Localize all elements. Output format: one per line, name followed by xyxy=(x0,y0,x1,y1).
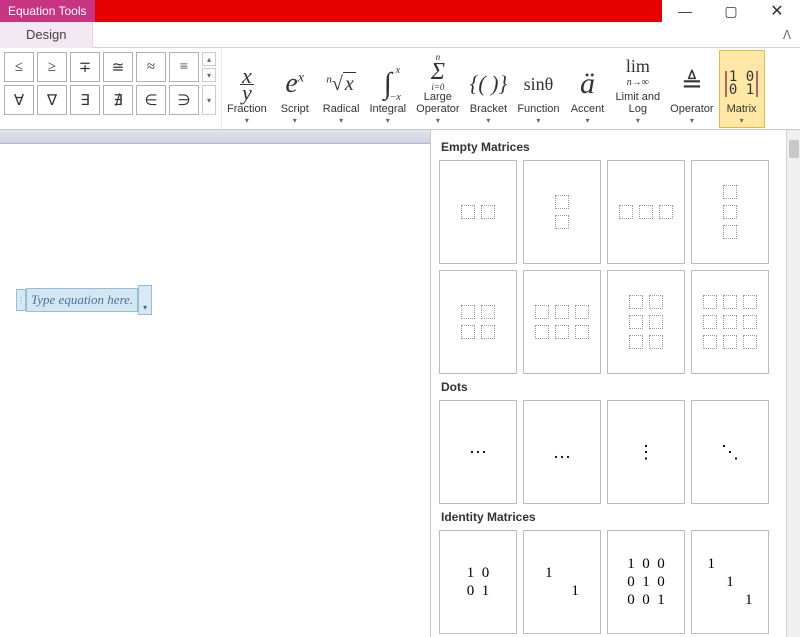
large-op-icon: nΣi=0 xyxy=(431,53,445,91)
collapse-ribbon-button[interactable]: ᐱ xyxy=(774,22,800,48)
limit-log-label: Limit and Log xyxy=(616,91,661,115)
matrix-template[interactable]: … xyxy=(523,400,601,504)
function-icon: sinθ xyxy=(524,65,554,103)
symbol-≤[interactable]: ≤ xyxy=(4,52,34,82)
script-icon: ex xyxy=(285,65,304,103)
matrix-label: Matrix xyxy=(727,103,757,115)
fraction-dropdown-icon: ▾ xyxy=(245,116,249,125)
symbol-∇[interactable]: ∇ xyxy=(37,85,67,115)
symbol-≈[interactable]: ≈ xyxy=(136,52,166,82)
integral-button[interactable]: ∫x−xIntegral▾ xyxy=(364,50,411,128)
radical-button[interactable]: n√xRadical▾ xyxy=(318,50,365,128)
matrix-button[interactable]: 1 00 1Matrix▾ xyxy=(719,50,765,128)
symbol-gallery-more[interactable]: ▾ xyxy=(202,85,216,115)
operator-button[interactable]: ≜Operator▾ xyxy=(665,50,718,128)
titlebar-color-strip xyxy=(95,0,662,22)
symbols-gallery: ≤≥∓≅≈≡▴▾ ∀∇∃∄∈∋▾ xyxy=(0,48,222,129)
matrix-template[interactable]: 1 0 0 0 1 0 0 0 1 xyxy=(607,530,685,634)
scrollbar-thumb[interactable] xyxy=(789,140,799,158)
matrix-template[interactable]: ⋯ xyxy=(439,400,517,504)
close-button[interactable]: ✕ xyxy=(754,0,800,22)
equation-options-dropdown[interactable]: ▾ xyxy=(138,285,152,315)
equation-placeholder-container[interactable]: ⋮ Type equation here. ▾ xyxy=(16,285,152,315)
matrix-template[interactable] xyxy=(607,160,685,264)
matrix-group-title: Dots xyxy=(441,380,782,394)
bracket-icon: {( )} xyxy=(470,65,508,103)
limit-log-dropdown-icon: ▾ xyxy=(636,116,640,125)
matrix-template[interactable]: ⋮ xyxy=(607,400,685,504)
large-op-label: Large Operator xyxy=(416,91,459,115)
fraction-button[interactable]: xyFraction▾ xyxy=(222,50,272,128)
accent-dropdown-icon: ▾ xyxy=(586,116,590,125)
equation-input[interactable]: Type equation here. xyxy=(26,288,138,312)
radical-dropdown-icon: ▾ xyxy=(339,116,343,125)
accent-button[interactable]: äAccent▾ xyxy=(565,50,611,128)
limit-log-button[interactable]: limn→∞Limit and Log▾ xyxy=(611,50,666,128)
integral-dropdown-icon: ▾ xyxy=(386,116,390,125)
matrix-template[interactable] xyxy=(691,270,769,374)
symbol-∀[interactable]: ∀ xyxy=(4,85,34,115)
matrix-group-title: Empty Matrices xyxy=(441,140,782,154)
matrix-template[interactable] xyxy=(439,160,517,264)
script-label: Script xyxy=(281,103,309,115)
radical-label: Radical xyxy=(323,103,360,115)
matrix-template[interactable]: ⋱ xyxy=(691,400,769,504)
limit-log-icon: limn→∞ xyxy=(626,53,650,91)
symbol-∓[interactable]: ∓ xyxy=(70,52,100,82)
integral-label: Integral xyxy=(369,103,406,115)
matrix-icon: 1 00 1 xyxy=(725,65,758,103)
matrix-group-title: Identity Matrices xyxy=(441,510,782,524)
matrix-dropdown-panel: Empty Matrices Dots ⋯…⋮⋱ Identity Matrices 1… xyxy=(430,130,800,637)
bracket-dropdown-icon: ▾ xyxy=(486,116,490,125)
function-label: Function xyxy=(517,103,559,115)
symbol-∄[interactable]: ∄ xyxy=(103,85,133,115)
fraction-icon: xy xyxy=(240,65,254,103)
large-op-button[interactable]: nΣi=0Large Operator▾ xyxy=(411,50,464,128)
operator-icon: ≜ xyxy=(681,65,703,103)
matrix-template[interactable] xyxy=(523,270,601,374)
symbol-≅[interactable]: ≅ xyxy=(103,52,133,82)
matrix-template[interactable] xyxy=(607,270,685,374)
matrix-template[interactable]: 1 1 xyxy=(523,530,601,634)
equation-move-handle[interactable]: ⋮ xyxy=(16,289,26,311)
function-dropdown-icon: ▾ xyxy=(536,116,540,125)
structures-group: xyFraction▾exScript▾n√xRadical▾∫x−xInteg… xyxy=(222,48,800,129)
bracket-label: Bracket xyxy=(470,103,507,115)
script-dropdown-icon: ▾ xyxy=(293,116,297,125)
accent-icon: ä xyxy=(580,65,595,103)
symbol-≡[interactable]: ≡ xyxy=(169,52,199,82)
operator-dropdown-icon: ▾ xyxy=(690,116,694,125)
bracket-button[interactable]: {( )}Bracket▾ xyxy=(465,50,513,128)
integral-icon: ∫x−x xyxy=(384,65,392,103)
maximize-button[interactable]: ▢ xyxy=(708,0,754,22)
matrix-scrollbar[interactable] xyxy=(786,130,800,637)
equation-tools-tab[interactable]: Equation Tools xyxy=(0,0,95,22)
matrix-dropdown-icon: ▾ xyxy=(740,116,744,125)
symbol-∈[interactable]: ∈ xyxy=(136,85,166,115)
matrix-template[interactable] xyxy=(439,270,517,374)
symbol-∃[interactable]: ∃ xyxy=(70,85,100,115)
radical-icon: n√x xyxy=(326,65,355,103)
minimize-button[interactable]: — xyxy=(662,0,708,22)
function-button[interactable]: sinθFunction▾ xyxy=(512,50,564,128)
tab-design[interactable]: Design xyxy=(0,22,93,48)
matrix-template[interactable] xyxy=(691,160,769,264)
fraction-label: Fraction xyxy=(227,103,267,115)
matrix-template[interactable] xyxy=(523,160,601,264)
accent-label: Accent xyxy=(571,103,605,115)
script-button[interactable]: exScript▾ xyxy=(272,50,318,128)
matrix-template[interactable]: 1 1 1 xyxy=(691,530,769,634)
symbol-gallery-scroll[interactable]: ▴▾ xyxy=(202,52,216,82)
large-op-dropdown-icon: ▾ xyxy=(436,116,440,125)
matrix-template[interactable]: 1 0 0 1 xyxy=(439,530,517,634)
operator-label: Operator xyxy=(670,103,713,115)
symbol-∋[interactable]: ∋ xyxy=(169,85,199,115)
symbol-≥[interactable]: ≥ xyxy=(37,52,67,82)
